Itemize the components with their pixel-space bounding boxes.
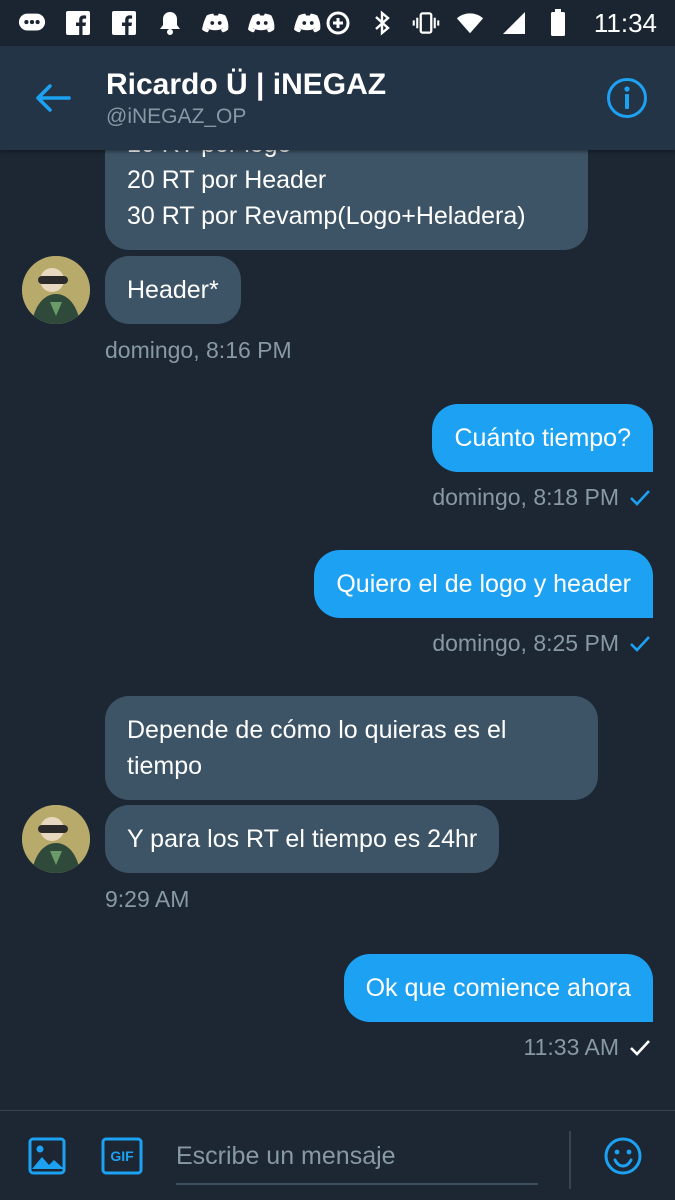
discord-icon	[294, 9, 322, 37]
sent-check-icon	[630, 635, 650, 652]
message-text: Ok que comience ahora	[365, 974, 631, 1002]
message-timestamp: 9:29 AM	[105, 886, 190, 912]
received-message[interactable]: Y para los RT el tiempo es 24hr	[105, 805, 500, 873]
facebook-icon	[110, 9, 138, 37]
notification-bell-icon	[156, 9, 184, 37]
conversation-info-button[interactable]	[579, 46, 675, 150]
smiley-icon	[604, 1137, 642, 1175]
sent-message[interactable]: Quiero el de logo y header	[314, 550, 653, 618]
facebook-icon	[64, 9, 92, 37]
info-icon	[607, 78, 647, 118]
message-list[interactable]: 10 RT por logo 20 RT por Header 30 RT po…	[0, 150, 675, 1110]
add-photo-button[interactable]	[22, 1111, 72, 1200]
contact-avatar[interactable]	[22, 805, 90, 873]
message-timestamp-row: domingo, 8:25 PM	[432, 630, 651, 657]
message-text: Header*	[127, 276, 219, 304]
back-button[interactable]	[0, 46, 106, 150]
message-text: Cuánto tiempo?	[454, 424, 631, 452]
discord-icon	[248, 9, 276, 37]
contact-handle: @iNEGAZ_OP	[106, 105, 247, 128]
bluetooth-icon	[368, 9, 396, 37]
message-timestamp-row: domingo, 8:18 PM	[432, 484, 651, 511]
message-line: Depende de cómo lo quieras es el	[127, 716, 507, 744]
message-line: 30 RT por Revamp(Logo+Heladera)	[127, 202, 526, 230]
status-bar: 11:34	[0, 0, 675, 46]
messenger-icon	[18, 9, 46, 37]
message-timestamp: domingo, 8:16 PM	[105, 337, 292, 363]
wifi-icon	[456, 9, 484, 37]
sent-message[interactable]: Ok que comience ahora	[343, 954, 653, 1022]
message-text: Y para los RT el tiempo es 24hr	[127, 825, 478, 853]
message-line: 10 RT por logo	[127, 150, 566, 162]
received-message[interactable]: 10 RT por logo 20 RT por Header 30 RT po…	[105, 150, 588, 250]
data-saver-icon	[324, 9, 352, 37]
message-timestamp-row: 11:33 AM	[524, 1034, 651, 1061]
emoji-button[interactable]	[598, 1111, 648, 1200]
conversation-titles[interactable]: Ricardo Ü | iNEGAZ @iNEGAZ_OP	[106, 67, 579, 129]
message-timestamp: 11:33 AM	[523, 1034, 619, 1060]
message-timestamp: domingo, 8:25 PM	[432, 630, 619, 656]
sent-check-icon	[630, 489, 650, 506]
composer-divider	[569, 1131, 571, 1189]
back-arrow-icon	[36, 84, 71, 112]
received-message[interactable]: Header*	[105, 256, 241, 324]
message-timestamp: domingo, 8:18 PM	[432, 484, 619, 510]
image-icon	[28, 1137, 66, 1175]
message-input[interactable]	[176, 1129, 538, 1185]
clock-time: 11:34	[593, 7, 657, 38]
message-composer: GIF	[0, 1110, 675, 1200]
received-message[interactable]: Depende de cómo lo quieras es el tiempo	[105, 696, 598, 800]
battery-icon	[544, 9, 572, 37]
cell-signal-icon	[500, 9, 528, 37]
contact-name: Ricardo Ü | iNEGAZ	[106, 68, 387, 101]
read-check-icon	[630, 1039, 650, 1056]
add-gif-button[interactable]: GIF	[100, 1111, 144, 1200]
message-line: 20 RT por Header	[127, 166, 327, 194]
discord-icon	[202, 9, 230, 37]
message-line: tiempo	[127, 752, 203, 780]
gif-label: GIF	[110, 1148, 134, 1164]
conversation-header: Ricardo Ü | iNEGAZ @iNEGAZ_OP	[0, 46, 675, 150]
message-text: Quiero el de logo y header	[336, 570, 631, 598]
vibrate-icon	[412, 9, 440, 37]
contact-avatar[interactable]	[22, 256, 90, 324]
sent-message[interactable]: Cuánto tiempo?	[432, 404, 653, 472]
